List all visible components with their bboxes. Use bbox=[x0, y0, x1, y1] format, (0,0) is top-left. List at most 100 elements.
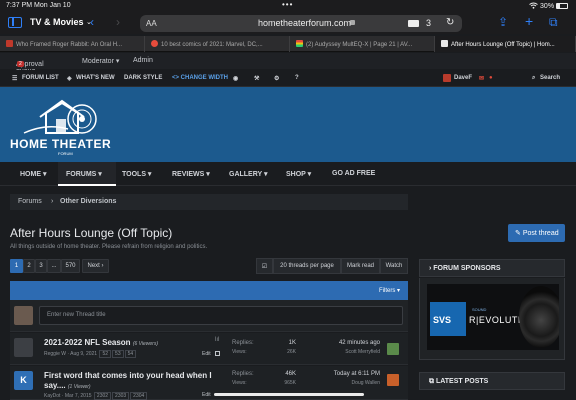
new-thread-title-input[interactable]: Enter new Thread title bbox=[39, 306, 403, 325]
approval-count-badge: 2 bbox=[17, 61, 24, 67]
page-jump-link[interactable]: 2304 bbox=[130, 392, 148, 400]
avatar[interactable] bbox=[14, 338, 33, 357]
whats-new-link[interactable]: WHAT'S NEW bbox=[76, 75, 115, 81]
dark-style-link[interactable]: DARK STYLE bbox=[124, 75, 162, 81]
page-jump-link[interactable]: 54 bbox=[124, 350, 137, 358]
mark-read-button[interactable]: Mark read bbox=[341, 258, 380, 274]
filters-button[interactable]: Filters ▾ bbox=[379, 287, 400, 294]
status-time-date: 7:37 PM Mon Jan 10 bbox=[6, 2, 71, 9]
browser-tab[interactable]: 10 best comics of 2021: Marvel, DC,... bbox=[145, 36, 290, 52]
thread-title-line-2[interactable]: say.... (1 Viewer) bbox=[44, 381, 91, 390]
battery-percent: 30% bbox=[540, 3, 555, 10]
tools-icon[interactable]: ⚙ bbox=[274, 75, 279, 82]
last-post-user[interactable]: Scott Merryfield bbox=[310, 349, 380, 355]
sound-label: SOUND bbox=[472, 307, 487, 312]
tab-favicon-icon bbox=[6, 40, 13, 47]
page-jump-link[interactable]: 2302 bbox=[93, 392, 112, 400]
edit-thread-link[interactable]: Edit bbox=[202, 392, 211, 398]
search-icon[interactable]: ⌕ bbox=[532, 75, 535, 82]
moderator-menu[interactable]: Moderator ▾ bbox=[82, 57, 119, 65]
alerts-icon[interactable]: ✉ bbox=[479, 75, 484, 82]
notifications-icon[interactable]: ● bbox=[489, 75, 493, 81]
page-3-button[interactable]: 3 bbox=[35, 259, 47, 273]
nav-go-ad-free[interactable]: GO AD FREE bbox=[332, 170, 375, 177]
reload-icon[interactable]: ↻ bbox=[446, 17, 454, 28]
tab-title: 10 best comics of 2021: Marvel, DC,... bbox=[161, 42, 263, 48]
sidebar-toggle-icon[interactable] bbox=[8, 17, 22, 28]
nav-tools[interactable]: TOOLS ▾ bbox=[122, 170, 151, 178]
tab-count-icon[interactable] bbox=[408, 20, 419, 27]
last-post-time[interactable]: Today at 6:11 PM bbox=[310, 371, 380, 377]
avatar[interactable] bbox=[387, 343, 399, 355]
page-1-button[interactable]: 1 bbox=[10, 259, 23, 273]
page-jump-link[interactable]: 53 bbox=[112, 350, 124, 358]
last-post-user[interactable]: Doug Wallen bbox=[310, 380, 380, 386]
select-thread-checkbox[interactable] bbox=[214, 351, 220, 356]
filter-check-icon[interactable]: ☑ bbox=[256, 258, 273, 274]
browser-tab[interactable]: Who Framed Roger Rabbit: An Oral H... bbox=[0, 36, 145, 52]
search-link[interactable]: Search bbox=[540, 75, 560, 81]
wrench-icon[interactable]: ⚒ bbox=[254, 75, 259, 82]
site-logo[interactable]: HOME THEATER FORUM bbox=[10, 97, 130, 157]
page-last-button[interactable]: 570 bbox=[61, 259, 80, 273]
avatar[interactable]: K bbox=[14, 371, 33, 390]
home-indicator[interactable] bbox=[214, 393, 364, 396]
tab-count[interactable]: 3 bbox=[426, 18, 431, 28]
views-label: Views: bbox=[232, 349, 247, 355]
sponsor-banner[interactable]: SVS SOUND R|EVOLUTION bbox=[427, 284, 559, 350]
change-width-link[interactable]: <> CHANGE WIDTH bbox=[172, 75, 228, 81]
url-text[interactable]: hometheaterforum.com bbox=[258, 18, 351, 28]
tab-group-label[interactable]: TV & Movies bbox=[30, 17, 84, 27]
latest-posts-header: ⧉ LATEST POSTS bbox=[419, 372, 565, 390]
thread-title[interactable]: First word that comes into your head whe… bbox=[44, 371, 212, 380]
table-row[interactable]: 2021-2022 NFL Season (6 Viewers) Reggie … bbox=[10, 333, 408, 365]
multitask-dots[interactable]: ••• bbox=[282, 0, 293, 9]
browser-toolbar: TV & Movies ⌄ ‹ › AA hometheaterforum.co… bbox=[0, 12, 576, 34]
address-bar[interactable]: AA hometheaterforum.com 3 ↻ bbox=[140, 15, 462, 32]
theme-icon[interactable]: ◉ bbox=[233, 75, 238, 82]
staff-bar: Approval queue2 Moderator ▾ Admin bbox=[0, 53, 576, 75]
forum-list-link[interactable]: FORUM LIST bbox=[22, 75, 59, 81]
back-icon[interactable]: ‹ bbox=[90, 15, 94, 29]
nav-forums[interactable]: FORUMS ▾ bbox=[66, 170, 102, 178]
breadcrumb-current[interactable]: Other Diversions bbox=[60, 198, 116, 205]
tab-title: Who Framed Roger Rabbit: An Oral H... bbox=[16, 42, 123, 48]
help-icon[interactable]: ? bbox=[295, 75, 299, 81]
forum-list-icon: ☰ bbox=[12, 76, 18, 82]
edit-thread-link[interactable]: Edit bbox=[202, 351, 220, 357]
watch-button[interactable]: Watch bbox=[380, 258, 408, 274]
browser-tab[interactable]: (2) Audyssey MultEQ-X | Page 21 | AV... bbox=[290, 36, 435, 52]
battery-icon bbox=[556, 3, 568, 9]
thread-title[interactable]: 2021-2022 NFL Season (6 Viewers) bbox=[44, 338, 158, 347]
reader-options-button[interactable]: AA bbox=[146, 19, 157, 28]
nav-shop[interactable]: SHOP ▾ bbox=[286, 170, 311, 178]
page-ellipsis[interactable]: ... bbox=[47, 259, 61, 273]
user-name[interactable]: DaveF bbox=[454, 75, 472, 81]
next-page-button[interactable]: Next › bbox=[82, 259, 109, 273]
post-thread-icon: ✎ bbox=[515, 230, 523, 237]
forward-icon[interactable]: › bbox=[116, 15, 120, 29]
nav-gallery[interactable]: GALLERY ▾ bbox=[229, 170, 268, 178]
avatar[interactable] bbox=[387, 374, 399, 386]
latest-posts-icon: ⧉ bbox=[429, 378, 436, 385]
tab-overview-icon[interactable]: ⧉ bbox=[549, 15, 558, 30]
page-2-button[interactable]: 2 bbox=[23, 259, 35, 273]
nav-home[interactable]: HOME ▾ bbox=[20, 170, 46, 178]
user-avatar[interactable] bbox=[443, 74, 451, 82]
replies-count: 46K bbox=[285, 371, 296, 377]
nav-reviews[interactable]: REVIEWS ▾ bbox=[172, 170, 210, 178]
last-post-time[interactable]: 42 minutes ago bbox=[310, 340, 380, 346]
page-jump-link[interactable]: 2303 bbox=[112, 392, 130, 400]
post-thread-button[interactable]: ✎ Post thread bbox=[508, 224, 565, 242]
browser-tab-active[interactable]: After Hours Lounge (Off Topic) | Hom... bbox=[435, 36, 576, 52]
page-description: All things outside of home theater. Plea… bbox=[10, 244, 208, 250]
new-tab-icon[interactable]: + bbox=[525, 13, 533, 29]
forum-sponsors-body: SVS SOUND R|EVOLUTION bbox=[419, 278, 565, 360]
breadcrumb-forums[interactable]: Forums bbox=[18, 198, 42, 205]
threads-per-page-select[interactable]: 20 threads per page bbox=[273, 258, 341, 274]
thread-meta: Reggie W · Aug 9, 2021 52 53 54 bbox=[44, 350, 137, 358]
share-icon[interactable]: ⇪ bbox=[498, 15, 508, 29]
page-jump-link[interactable]: 52 bbox=[99, 350, 112, 358]
admin-link[interactable]: Admin bbox=[133, 57, 153, 64]
quick-thread-row: Enter new Thread title bbox=[10, 300, 408, 332]
